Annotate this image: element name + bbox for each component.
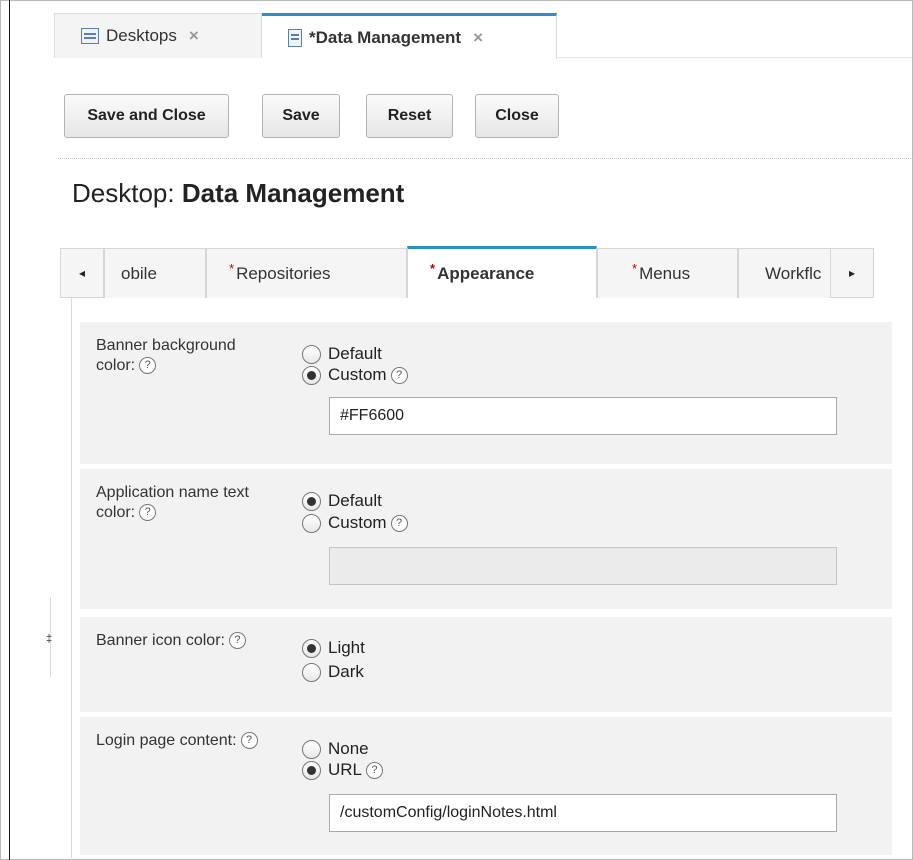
required-marker: * (632, 261, 638, 276)
radio-label: Custom (328, 513, 387, 532)
radio-button[interactable] (302, 739, 321, 759)
radio-option-default[interactable]: Default (302, 343, 382, 365)
tab-desktops-label: Desktops (106, 26, 177, 45)
toolbar-divider (58, 158, 913, 159)
help-icon[interactable]: ? (390, 366, 408, 384)
radio-option-dark[interactable]: Dark (302, 661, 364, 683)
close-icon[interactable]: × (473, 28, 483, 48)
app-name-color-input (329, 547, 837, 585)
help-icon[interactable]: ? (139, 504, 157, 522)
scroll-left-button[interactable]: ◂ (60, 248, 104, 298)
help-icon[interactable]: ? (240, 732, 258, 750)
close-button[interactable]: Close (475, 94, 559, 138)
setting-label: Banner background color:? (96, 336, 266, 376)
help-icon[interactable]: ? (390, 514, 408, 532)
close-icon[interactable]: × (189, 26, 199, 46)
required-marker: * (229, 261, 235, 276)
reset-button[interactable]: Reset (366, 94, 453, 138)
tab-mobile[interactable]: obile (104, 248, 206, 298)
radio-option-default[interactable]: Default (302, 490, 382, 512)
desktop-page-icon (288, 28, 302, 47)
tab-data-management[interactable]: *Data Management × (262, 13, 557, 59)
tab-menus[interactable]: * Menus (597, 248, 738, 298)
tab-appearance-label: Appearance (437, 263, 535, 283)
splitter-grip-icon: ‡ (46, 633, 53, 645)
tab-menus-label: Menus (639, 263, 691, 283)
save-and-close-button[interactable]: Save and Close (64, 94, 229, 138)
arrow-right-icon: ▸ (848, 266, 856, 280)
setting-label-text: Login page content: (96, 732, 237, 749)
radio-button-selected[interactable] (302, 365, 321, 385)
save-button[interactable]: Save (262, 94, 340, 138)
radio-label: Light (328, 638, 365, 657)
setting-application-name-text-color: Application name text color:? Default Cu… (80, 469, 892, 609)
page-title-name: Data Management (181, 178, 405, 208)
setting-label: Banner icon color:? (96, 631, 266, 651)
scroll-right-button[interactable]: ▸ (830, 248, 874, 298)
setting-label: Login page content:? (96, 731, 266, 751)
radio-option-custom[interactable]: Custom? (302, 364, 408, 386)
radio-button[interactable] (302, 344, 321, 364)
radio-option-custom[interactable]: Custom? (302, 512, 408, 534)
setting-label-text: Banner background color: (96, 337, 236, 374)
radio-label: URL (328, 760, 363, 779)
required-marker: * (430, 261, 436, 276)
radio-option-light[interactable]: Light (302, 637, 365, 659)
radio-label: None (328, 739, 369, 758)
page-title: Desktop: Data Management (72, 178, 404, 209)
radio-button-selected[interactable] (302, 638, 321, 658)
arrow-left-icon: ◂ (78, 266, 86, 280)
tab-mobile-label: obile (121, 263, 157, 283)
tab-data-management-label: *Data Management (309, 27, 462, 47)
radio-button-selected[interactable] (302, 760, 321, 780)
document-tab-bar: Desktops × *Data Management × (54, 13, 912, 59)
setting-banner-icon-color: Banner icon color:? Light Dark (80, 617, 892, 712)
settings-tab-bar: ◂ obile * Repositories * Appearance * Me… (60, 246, 890, 298)
tab-desktops[interactable]: Desktops × (54, 13, 262, 58)
page-title-prefix: Desktop: (72, 178, 182, 208)
setting-label: Application name text color:? (96, 483, 266, 523)
setting-label-text: Banner icon color: (96, 632, 225, 649)
tab-workflows[interactable]: Workflc (738, 248, 838, 298)
radio-option-none[interactable]: None (302, 738, 369, 760)
radio-label: Default (328, 491, 382, 510)
setting-banner-background-color: Banner background color:? Default Custom… (80, 322, 892, 464)
setting-label-text: Application name text color: (96, 484, 249, 521)
tab-repositories-label: Repositories (236, 263, 331, 283)
content-border (71, 298, 72, 860)
radio-option-url[interactable]: URL? (302, 759, 384, 781)
banner-color-input[interactable] (329, 397, 837, 435)
login-url-input[interactable] (329, 794, 837, 832)
setting-login-page-content: Login page content:? None URL? (80, 717, 892, 855)
window-edge (9, 0, 10, 860)
radio-button[interactable] (302, 513, 321, 533)
tab-workflows-label: Workflc (765, 263, 822, 283)
help-icon[interactable]: ? (366, 761, 384, 779)
radio-label: Custom (328, 365, 387, 384)
help-icon[interactable]: ? (228, 632, 246, 650)
radio-label: Dark (328, 662, 364, 681)
help-icon[interactable]: ? (139, 357, 157, 375)
desktop-list-icon (81, 28, 99, 44)
tab-repositories[interactable]: * Repositories (206, 248, 407, 298)
radio-label: Default (328, 344, 382, 363)
radio-button[interactable] (302, 662, 321, 682)
radio-button-selected[interactable] (302, 491, 321, 511)
tab-appearance[interactable]: * Appearance (407, 246, 597, 298)
